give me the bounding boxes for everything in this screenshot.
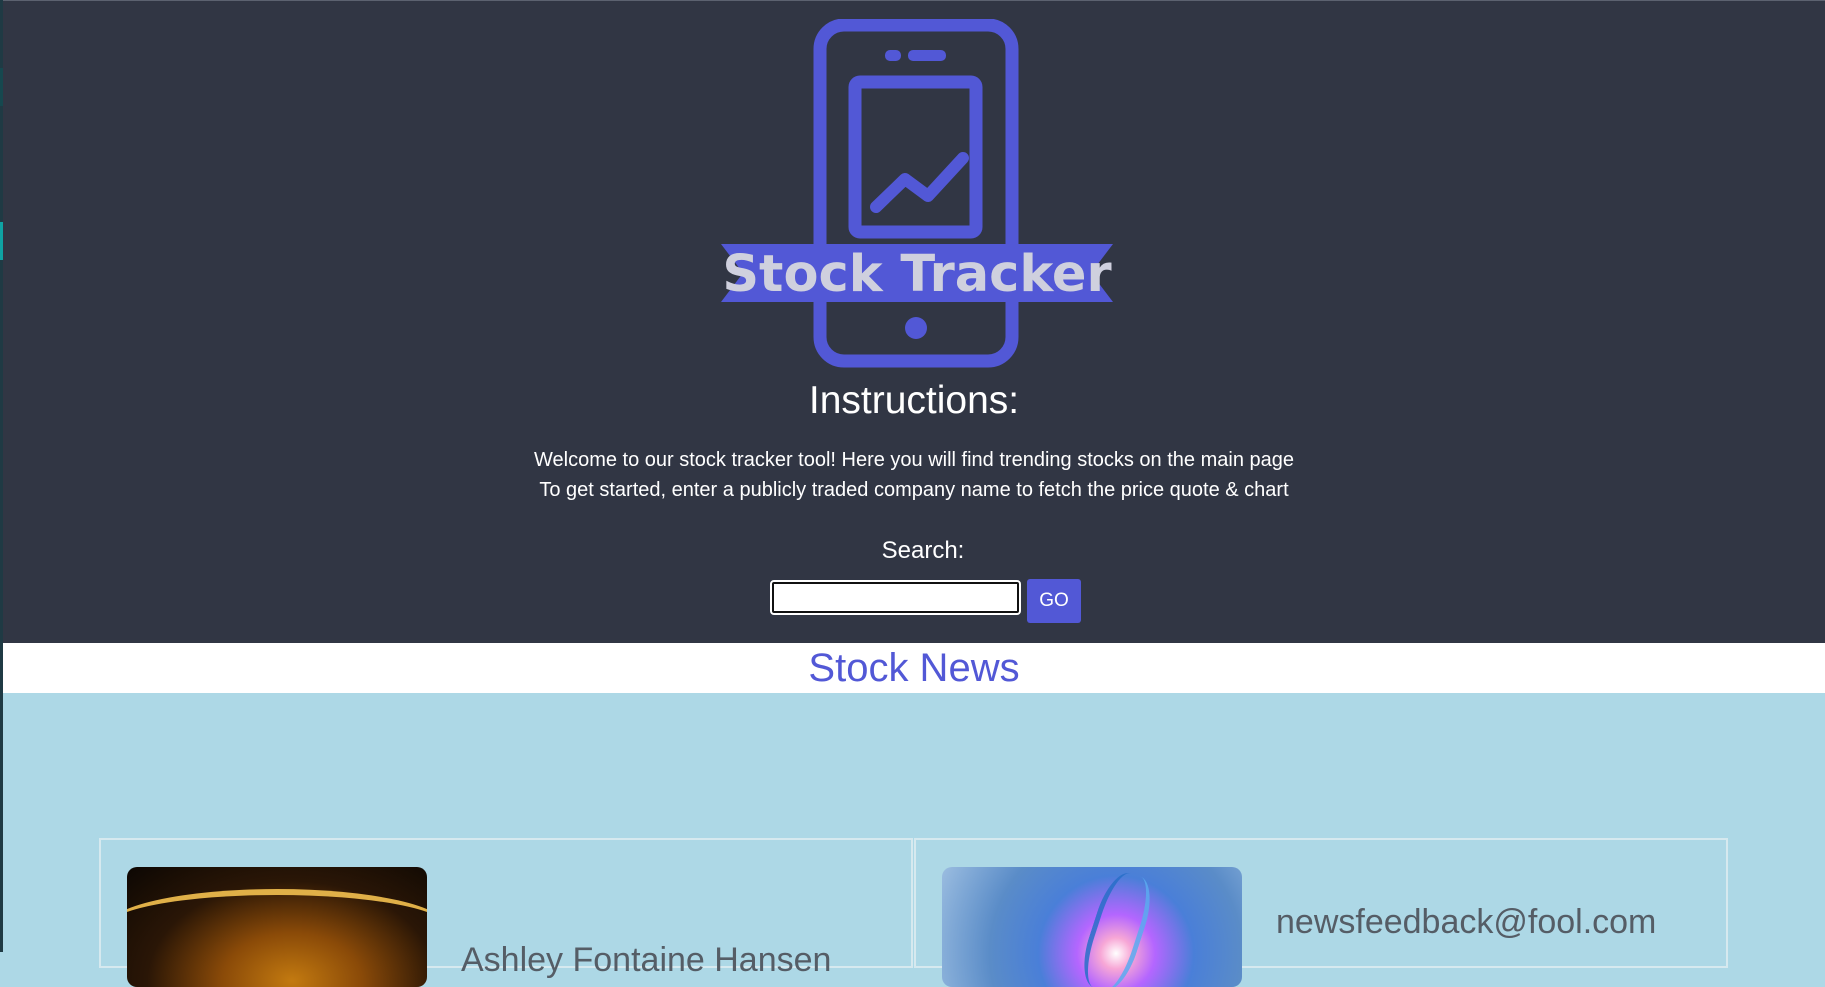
stock-news-bar: Stock News bbox=[3, 643, 1825, 693]
news-card-author[interactable]: Ashley Fontaine Hansen bbox=[461, 940, 831, 980]
stock-tracker-logo[interactable]: Stock Tracker bbox=[721, 19, 1113, 369]
search-input[interactable] bbox=[770, 580, 1021, 615]
search-label: Search: bbox=[881, 537, 965, 564]
news-card-author[interactable]: newsfeedback@fool.com bbox=[1276, 902, 1656, 942]
news-card-image[interactable] bbox=[942, 867, 1242, 987]
trend-line-icon bbox=[870, 152, 969, 213]
go-button[interactable]: GO bbox=[1027, 579, 1081, 623]
hero-header: Stock Tracker Instructions: Welcome to o… bbox=[3, 0, 1825, 643]
news-card-image[interactable] bbox=[127, 867, 427, 987]
instructions-heading: Instructions: bbox=[808, 379, 1020, 422]
stock-news-heading: Stock News bbox=[808, 646, 1020, 690]
news-card[interactable]: Ashley Fontaine Hansen bbox=[99, 838, 913, 987]
news-card[interactable]: newsfeedback@fool.com bbox=[914, 838, 1728, 987]
phone-camera-icon bbox=[885, 50, 901, 61]
phone-home-button-icon bbox=[905, 317, 927, 339]
instructions-line-2: To get started, enter a publicly traded … bbox=[539, 479, 1289, 501]
instructions-line-1: Welcome to our stock tracker tool! Here … bbox=[534, 449, 1294, 471]
logo-text: Stock Tracker bbox=[722, 245, 1111, 304]
phone-speaker-icon bbox=[908, 50, 946, 61]
